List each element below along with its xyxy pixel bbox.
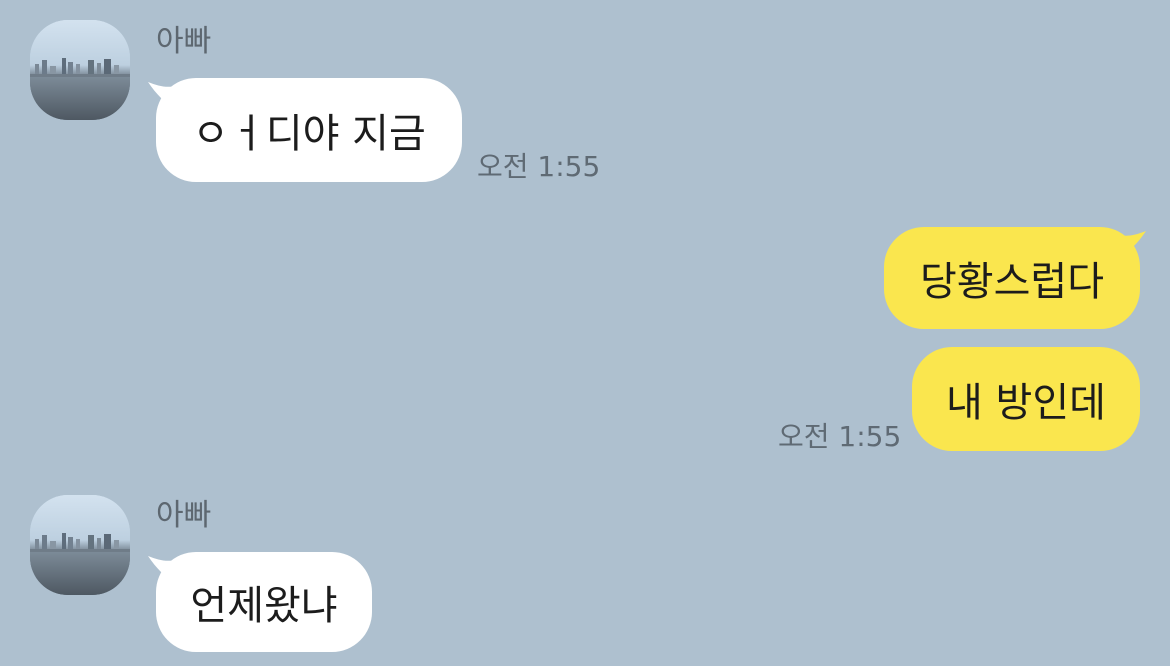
message-bubble[interactable]: 언제왔냐 <box>156 552 372 652</box>
avatar[interactable] <box>30 20 130 120</box>
message-bubble[interactable]: 당황스럽다 <box>884 227 1140 329</box>
message-bubble[interactable]: 내 방인데 <box>912 347 1140 451</box>
sender-name: 아빠 <box>156 498 212 533</box>
city-skyline-photo <box>30 20 130 120</box>
message-time: 오전 1:55 <box>477 150 601 183</box>
sender-name: 아빠 <box>156 24 212 59</box>
message-bubble[interactable]: ㅇㅓ디야 지금 <box>156 78 462 182</box>
city-skyline-photo <box>30 495 130 595</box>
message-time: 오전 1:55 <box>778 420 902 453</box>
avatar[interactable] <box>30 495 130 595</box>
